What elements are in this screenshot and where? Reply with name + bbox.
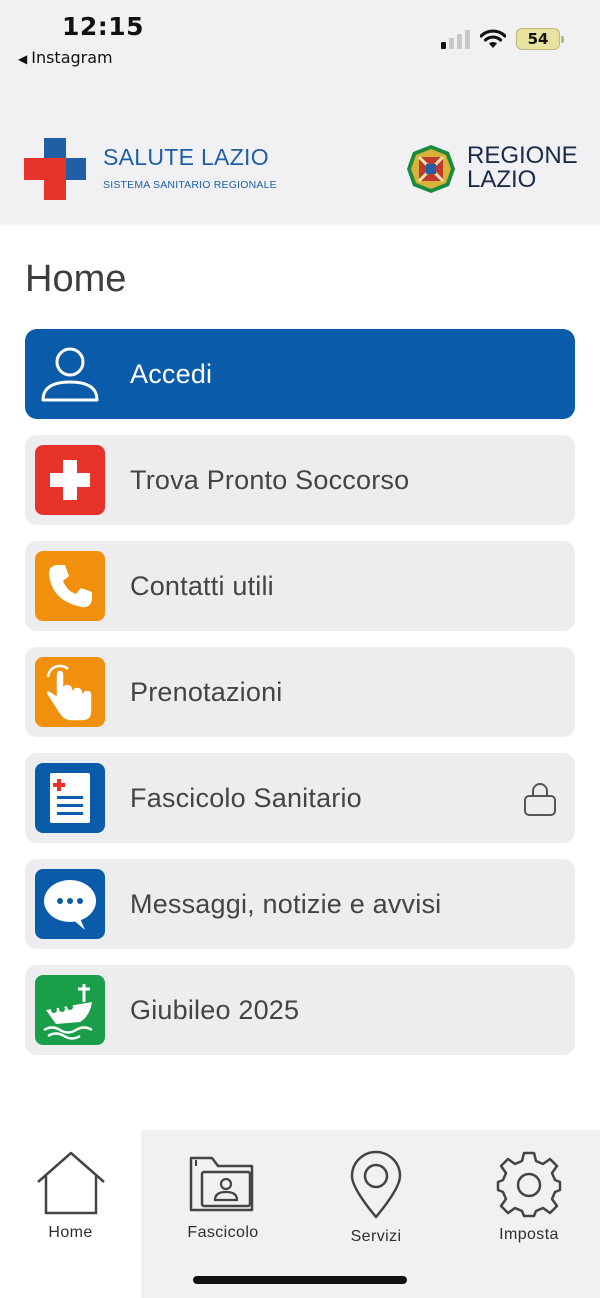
tab-imposta[interactable]: Imposta [456, 1130, 600, 1298]
menu-item-label: Messaggi, notizie e avvisi [130, 888, 442, 919]
home-indicator[interactable] [193, 1276, 407, 1284]
folder-user-icon [189, 1156, 254, 1212]
menu-item-messaggi-notizie-avvisi[interactable]: Messaggi, notizie e avvisi [25, 859, 575, 949]
chat-bubble-icon [35, 869, 105, 939]
home-icon [36, 1151, 105, 1215]
back-app-label: Instagram [31, 48, 113, 67]
salute-lazio-subtitle: SISTEMA SANITARIO REGIONALE [103, 179, 277, 191]
menu-item-label: Accedi [130, 358, 213, 389]
user-icon [35, 339, 105, 409]
menu-item-label: Trova Pronto Soccorso [130, 464, 410, 495]
menu-item-fascicolo-sanitario[interactable]: Fascicolo Sanitario [25, 753, 575, 843]
battery-indicator: 54 [516, 28, 564, 50]
tab-home[interactable]: Home [0, 1130, 141, 1298]
phone-icon [35, 551, 105, 621]
status-bar: 12:15 ◀ Instagram 54 [0, 0, 600, 80]
menu-item-label: Fascicolo Sanitario [130, 782, 362, 813]
map-pin-icon [350, 1150, 402, 1219]
tab-label: Imposta [499, 1226, 559, 1243]
salute-lazio-cross-logo [24, 138, 86, 200]
back-triangle-icon: ◀ [18, 52, 28, 66]
menu-item-label: Giubileo 2025 [130, 994, 300, 1025]
app-header: SALUTE LAZIO SISTEMA SANITARIO REGIONALE… [0, 80, 600, 225]
menu-item-giubileo-2025[interactable]: Giubileo 2025 [25, 965, 575, 1055]
salute-lazio-title: SALUTE LAZIO [103, 144, 269, 170]
home-menu: Accedi Trova Pronto Soccorso Contatti ut… [25, 329, 575, 1071]
bottom-tab-bar: Home Fascicolo Servizi Imposta [0, 1130, 600, 1298]
jubilee-boat-icon [35, 975, 105, 1045]
tab-label: Home [48, 1224, 93, 1241]
tab-fascicolo[interactable]: Fascicolo [150, 1130, 296, 1298]
regione-lazio-wordmark: REGIONE LAZIO [467, 142, 578, 193]
regione-lazio-emblem-icon [407, 145, 455, 193]
hand-pointer-icon [35, 657, 105, 727]
status-time: 12:15 [62, 12, 145, 41]
page-title: Home [25, 258, 127, 300]
tab-servizi[interactable]: Servizi [303, 1130, 449, 1298]
wifi-icon [480, 29, 506, 48]
menu-item-trova-pronto-soccorso[interactable]: Trova Pronto Soccorso [25, 435, 575, 525]
gear-icon [496, 1151, 562, 1218]
lock-icon [524, 783, 556, 816]
status-icons: 54 [441, 28, 564, 50]
menu-item-label: Prenotazioni [130, 676, 283, 707]
menu-item-contatti-utili[interactable]: Contatti utili [25, 541, 575, 631]
menu-item-accedi[interactable]: Accedi [25, 329, 575, 419]
back-to-app-link[interactable]: ◀ Instagram [18, 48, 113, 67]
first-aid-cross-icon [35, 445, 105, 515]
tab-label: Servizi [350, 1228, 402, 1245]
medical-record-icon [35, 763, 105, 833]
tab-label: Fascicolo [187, 1224, 259, 1241]
cellular-signal-icon [441, 29, 470, 49]
menu-item-prenotazioni[interactable]: Prenotazioni [25, 647, 575, 737]
menu-item-label: Contatti utili [130, 570, 274, 601]
